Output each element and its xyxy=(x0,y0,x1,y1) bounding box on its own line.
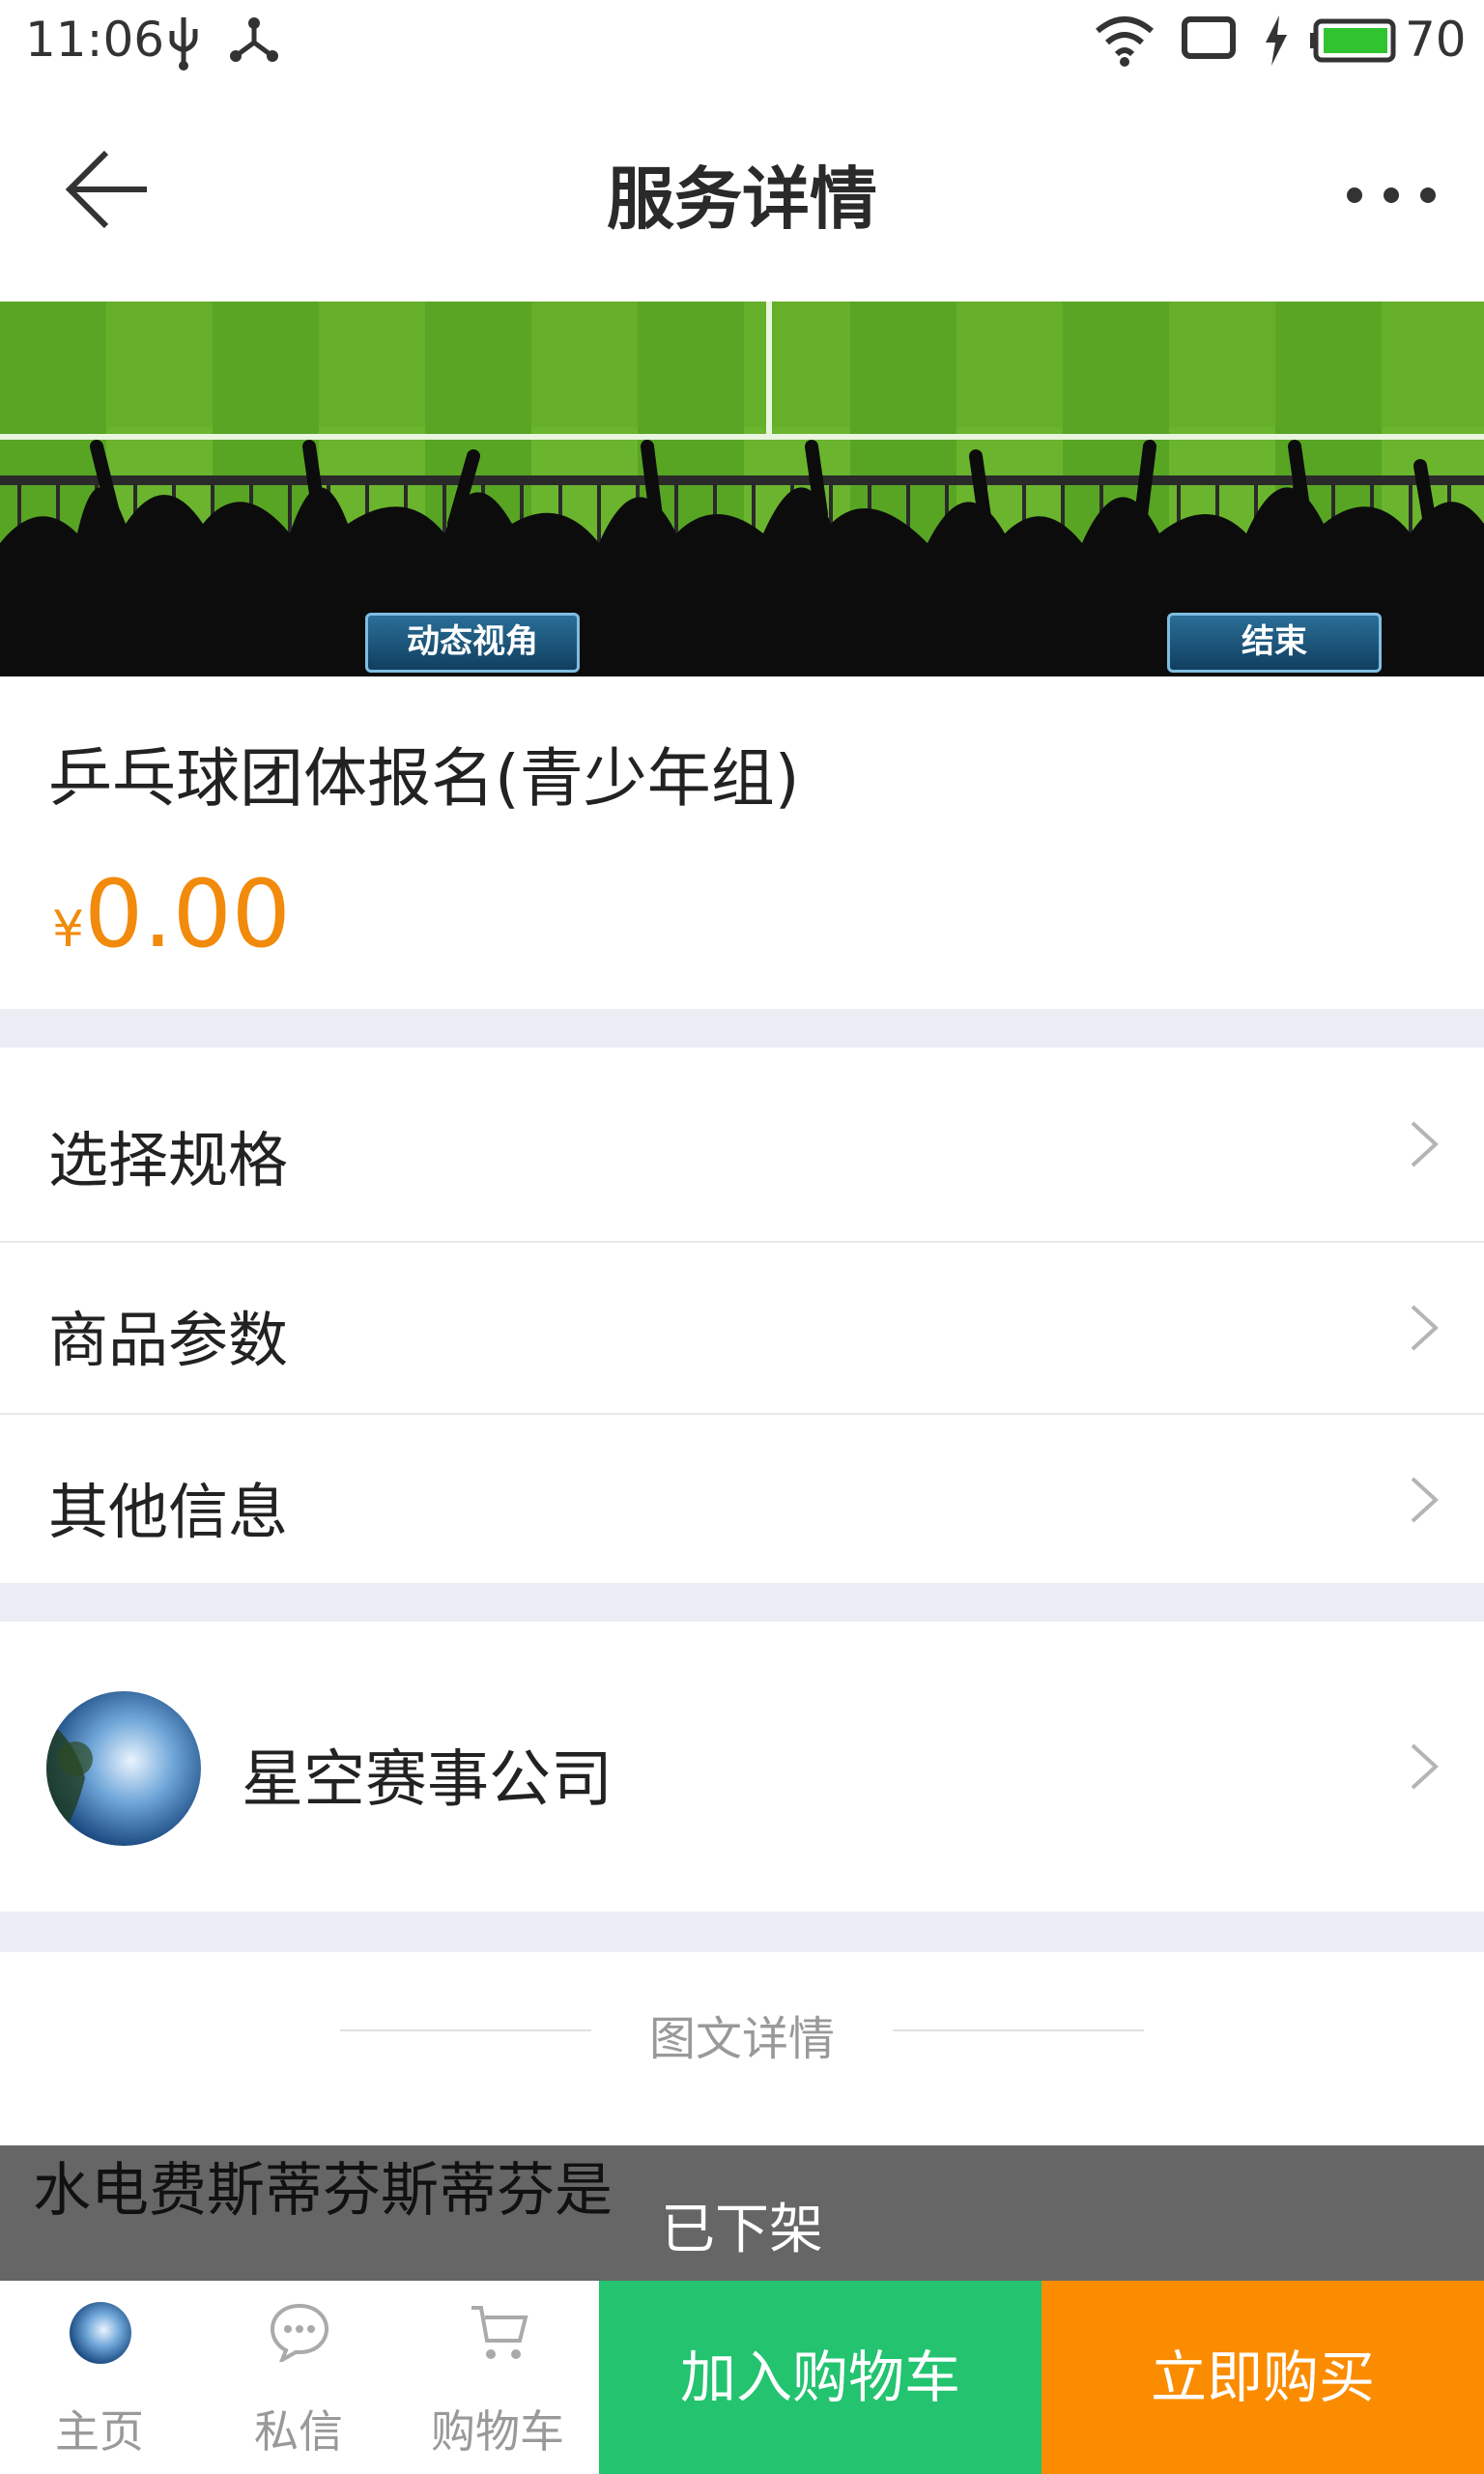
battery-level: 70 xyxy=(1405,12,1467,68)
chevron-right-icon xyxy=(1411,1121,1439,1167)
detail-description: 水电费斯蒂芬斯蒂芬是 xyxy=(33,2157,613,2225)
menu-item-other-info[interactable]: 其他信息 xyxy=(0,1415,1484,1583)
buy-now-button[interactable]: 立即购买 xyxy=(1042,2281,1484,2474)
dynamic-view-button[interactable]: 动态视角 xyxy=(365,613,580,673)
section-gap xyxy=(0,1009,1484,1048)
tablet-icon xyxy=(1182,16,1236,59)
nav-home[interactable]: 主页 xyxy=(0,2281,199,2474)
price-amount: 0.00 xyxy=(84,860,291,968)
header: 服务详情 xyxy=(0,87,1484,302)
product-price: ¥0.00 xyxy=(52,860,291,968)
chevron-right-icon xyxy=(1411,1305,1439,1351)
share-node-icon xyxy=(230,17,278,62)
shop-logo-image xyxy=(46,1720,93,1846)
chat-bubble-icon xyxy=(270,2303,329,2362)
shop-name: 星空赛事公司 xyxy=(242,1744,613,1816)
product-title: 乒乓球团体报名(青少年组) xyxy=(48,741,800,816)
nav-home-label: 主页 xyxy=(55,2405,144,2458)
nav-cart[interactable]: 购物车 xyxy=(398,2281,597,2474)
menu-item-label: 其他信息 xyxy=(48,1477,289,1547)
more-dots-icon[interactable] xyxy=(1343,184,1440,207)
status-time: 11:06 xyxy=(25,12,165,68)
charging-icon xyxy=(1266,15,1287,66)
divider-right xyxy=(893,2029,1144,2031)
home-avatar-icon xyxy=(70,2302,131,2364)
section-gap xyxy=(0,1912,1484,1952)
menu-item-spec[interactable]: 选择规格 xyxy=(0,1048,1484,1241)
add-to-cart-button[interactable]: 加入购物车 xyxy=(599,2281,1042,2474)
chevron-right-icon xyxy=(1411,1743,1439,1790)
shop-row[interactable]: 星空赛事公司 xyxy=(0,1622,1484,1912)
currency-symbol: ¥ xyxy=(52,901,85,959)
detail-title: 图文详情 xyxy=(648,2012,835,2066)
detail-section: 图文详情 xyxy=(0,1952,1484,2145)
section-gap xyxy=(0,1583,1484,1622)
wifi-icon xyxy=(1096,16,1154,67)
menu-item-label: 商品参数 xyxy=(48,1305,289,1375)
battery-icon xyxy=(1310,18,1396,63)
chevron-right-icon xyxy=(1411,1477,1439,1523)
shopping-cart-icon xyxy=(471,2306,528,2359)
nav-cart-label: 购物车 xyxy=(431,2405,564,2458)
status-bar: 11:06 70 xyxy=(0,0,1484,87)
nav-messages[interactable]: 私信 xyxy=(199,2281,398,2474)
menu-item-params[interactable]: 商品参数 xyxy=(0,1243,1484,1413)
bottom-bar: 主页 私信 购物车 加入购物车 立即购买 xyxy=(0,2281,1484,2474)
usb-icon xyxy=(169,17,198,71)
nav-messages-label: 私信 xyxy=(254,2405,343,2458)
page-title: 服务详情 xyxy=(607,159,877,239)
menu-item-label: 选择规格 xyxy=(48,1125,289,1195)
end-button[interactable]: 结束 xyxy=(1167,613,1382,673)
shop-avatar xyxy=(46,1691,201,1846)
banner-image[interactable]: 动态视角 结束 xyxy=(0,302,1484,676)
